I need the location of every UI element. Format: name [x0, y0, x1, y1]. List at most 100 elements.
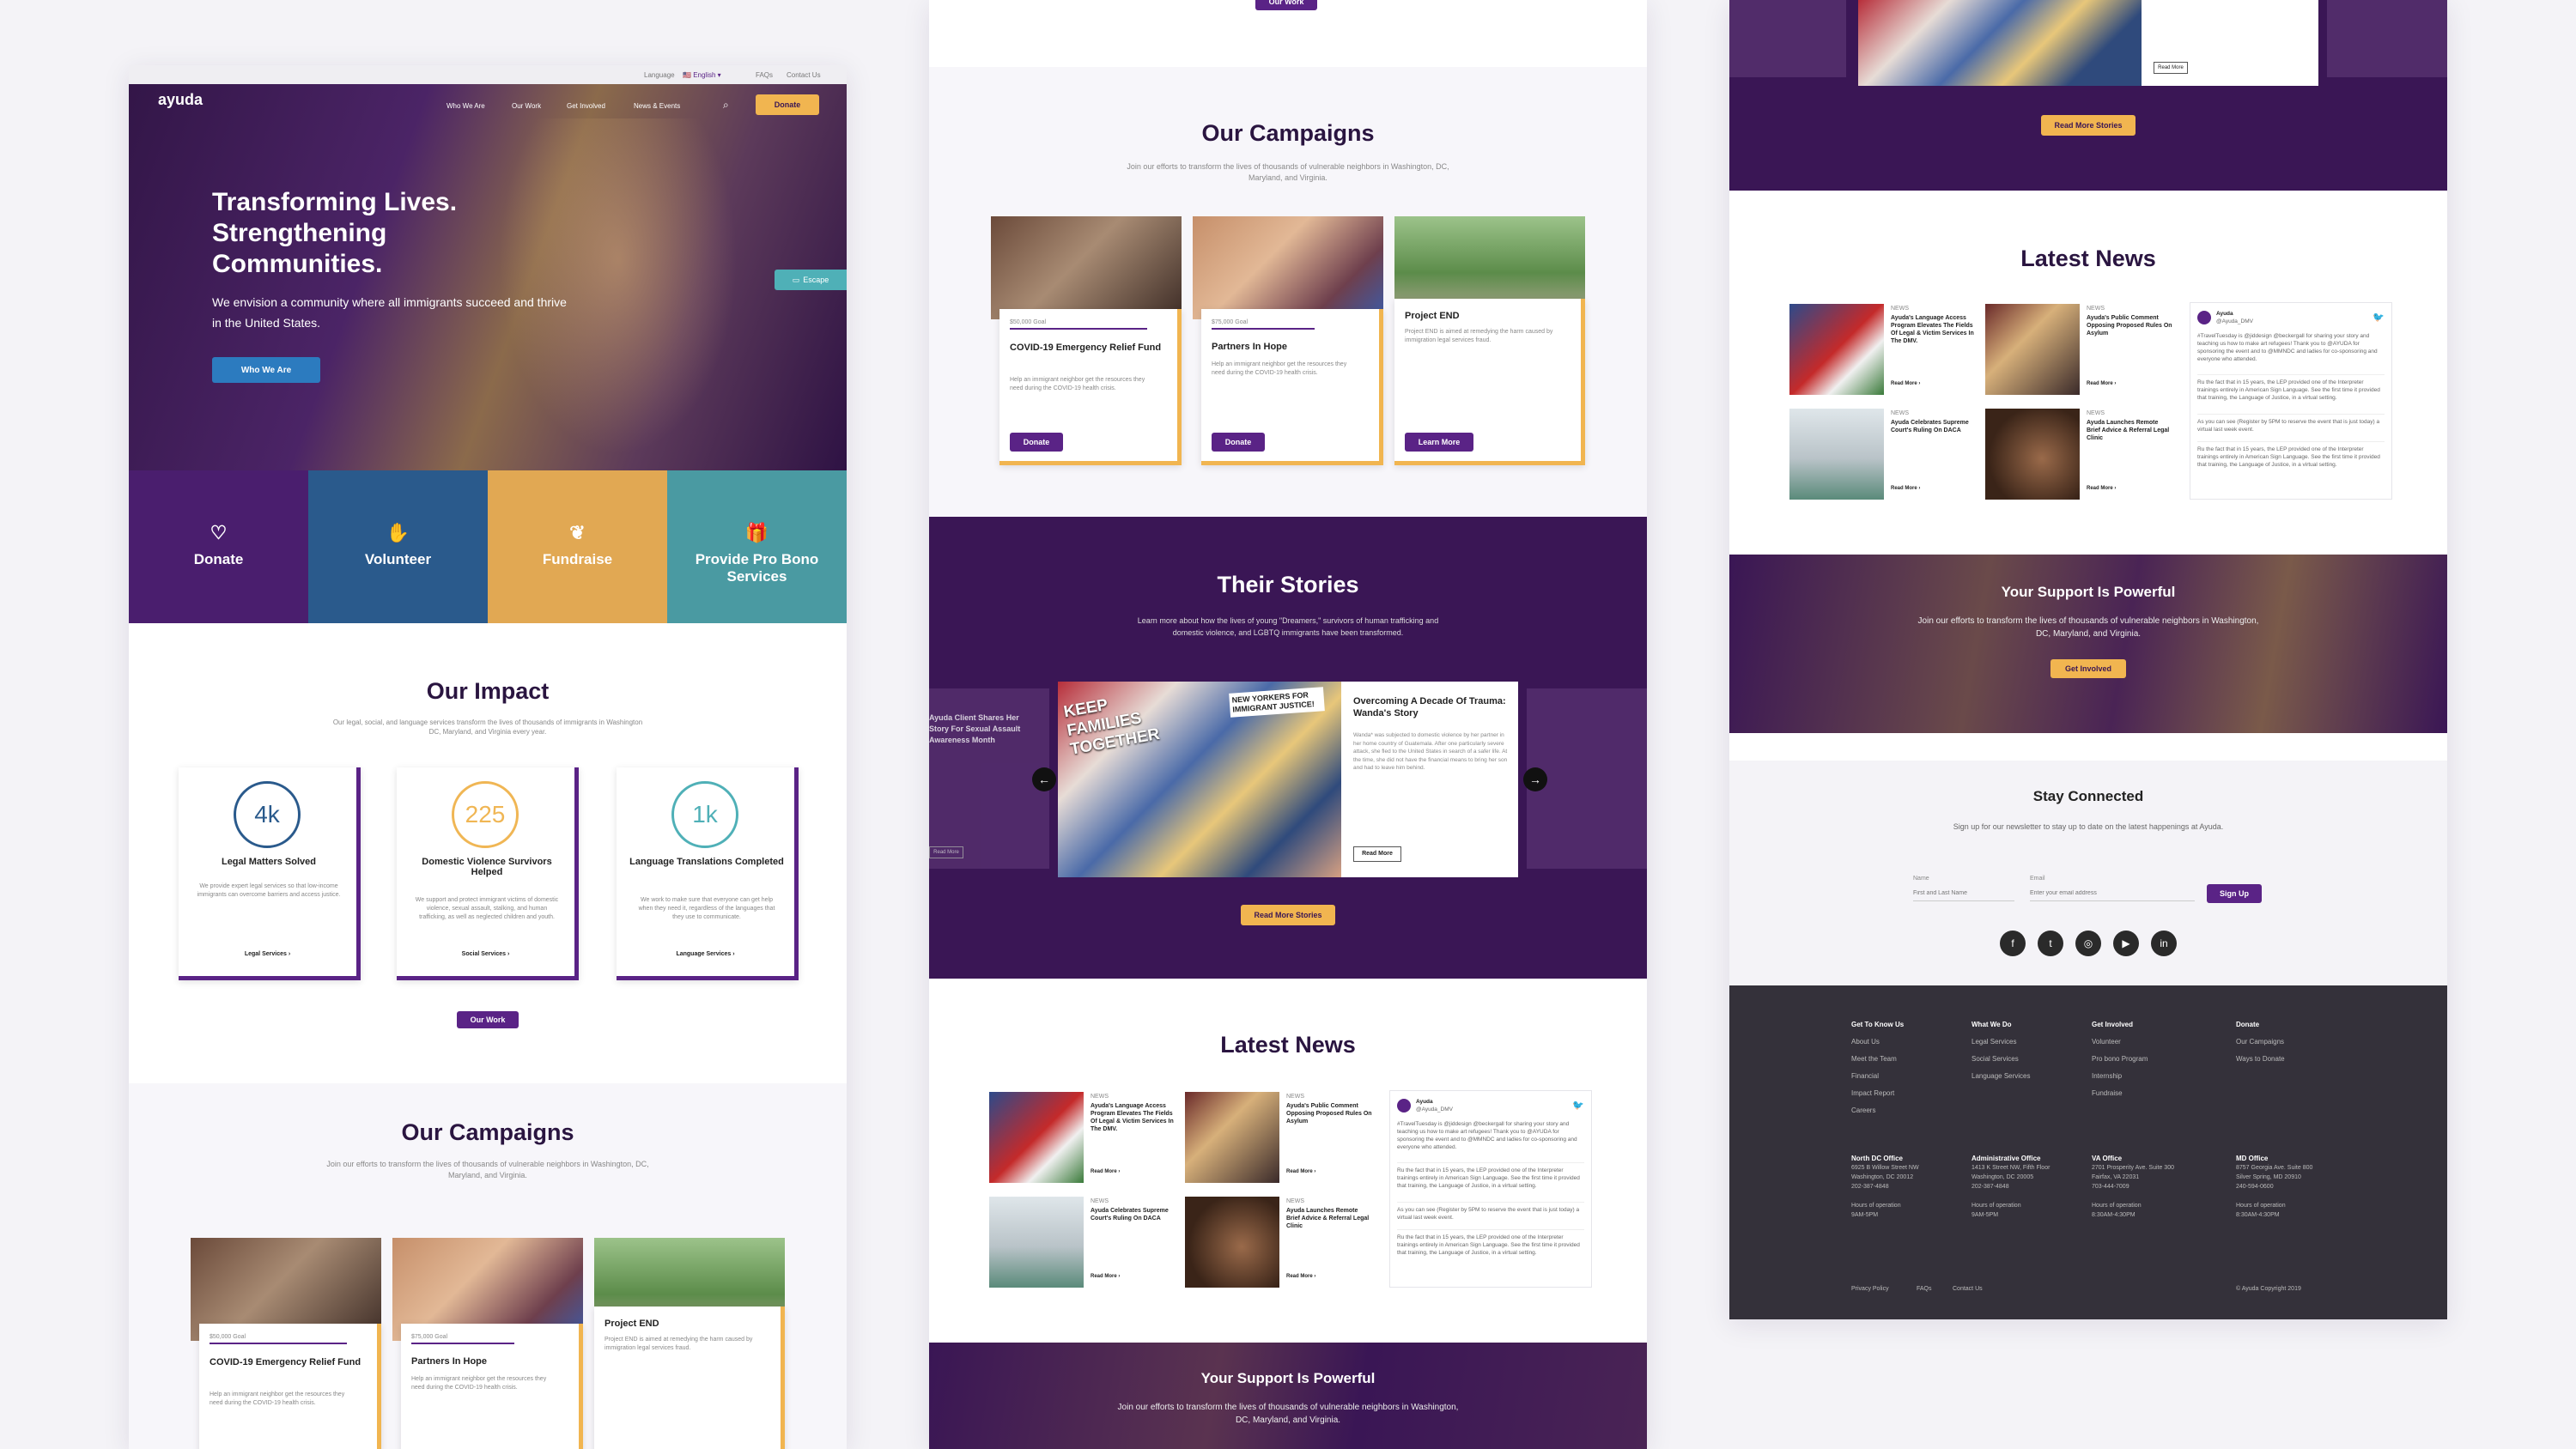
- impact-title: Our Impact: [426, 678, 550, 704]
- campaign-goal: $75,000 Goal: [411, 1334, 448, 1340]
- story-read-more[interactable]: Read More: [1353, 846, 1401, 862]
- nav-who-we-are[interactable]: Who We Are: [447, 102, 485, 110]
- read-more-stories-button[interactable]: Read More Stories: [1241, 905, 1335, 925]
- donate-covid-button[interactable]: Donate: [1010, 433, 1063, 452]
- news-read-more-3[interactable]: Read More ›: [1891, 486, 1920, 491]
- instagram-icon[interactable]: ◎: [2075, 931, 2101, 956]
- get-involved-button[interactable]: Get Involved: [2050, 659, 2126, 678]
- news-photo-flags: [1789, 304, 1884, 395]
- tile-donate[interactable]: ♡ Donate: [129, 470, 308, 623]
- nav-news-events[interactable]: News & Events: [634, 102, 680, 110]
- previous-story-card[interactable]: Ayuda Client Shares Her Story For Sexual…: [929, 688, 1049, 869]
- next-story-card[interactable]: [2327, 0, 2447, 77]
- contact-link[interactable]: Contact Us: [787, 71, 821, 79]
- news-read-more-3[interactable]: Read More ›: [1091, 1274, 1120, 1279]
- twitter-bird-icon[interactable]: 🐦: [2372, 312, 2385, 322]
- news-title-4: Ayuda Launches Remote Brief Advice & Ref…: [1286, 1208, 1370, 1229]
- email-field[interactable]: [2030, 886, 2195, 901]
- escape-button[interactable]: ▭ Escape: [775, 270, 847, 290]
- campaign-text: Help an immigrant neighbor get the resou…: [1212, 361, 1347, 376]
- footer-heading: Donate: [2236, 1021, 2260, 1028]
- campaigns-section: Our Campaigns Join our efforts to transf…: [129, 1083, 847, 1449]
- sign-up-button[interactable]: Sign Up: [2207, 884, 2262, 903]
- tweet-text: Ru the fact that in 15 years, the LEP pr…: [1397, 1167, 1584, 1203]
- news-tag: NEWS: [1286, 1094, 1304, 1100]
- twitter-icon[interactable]: t: [2038, 931, 2063, 956]
- impact-label: Language Translations Completed: [629, 857, 784, 867]
- support-title: Your Support Is Powerful: [1200, 1370, 1376, 1386]
- footer-link[interactable]: Careers: [1851, 1106, 1875, 1114]
- tile-label: Volunteer: [364, 551, 432, 567]
- news-read-more-4[interactable]: Read More ›: [1286, 1274, 1315, 1279]
- tile-label: Fundraise: [542, 551, 613, 567]
- tile-volunteer[interactable]: ✋ Volunteer: [308, 470, 488, 623]
- footer-contact-link[interactable]: Contact Us: [1953, 1286, 1983, 1292]
- nav-our-work[interactable]: Our Work: [512, 102, 541, 110]
- office-line: 1413 K Street NW, Fifth Floor: [1971, 1165, 2050, 1171]
- legal-services-link[interactable]: Legal Services ›: [179, 951, 356, 957]
- campaign-card-project-end: Project END Project END is aimed at reme…: [1394, 299, 1585, 465]
- who-we-are-button[interactable]: Who We Are: [212, 357, 320, 383]
- twitter-bird-icon[interactable]: 🐦: [1572, 1100, 1584, 1110]
- news-grid: NEWS Ayuda's Language Access Program Ele…: [1789, 302, 2392, 508]
- footer-faqs-link[interactable]: FAQs: [1917, 1286, 1932, 1292]
- search-icon[interactable]: ⌕: [723, 99, 729, 112]
- footer-link[interactable]: Fundraise: [2092, 1089, 2123, 1097]
- language-services-link[interactable]: Language Services ›: [617, 951, 794, 957]
- news-read-more-1[interactable]: Read More ›: [1091, 1169, 1120, 1174]
- our-work-button-top[interactable]: Our Work: [1255, 0, 1317, 10]
- footer-link[interactable]: About Us: [1851, 1038, 1880, 1046]
- news-read-more-2[interactable]: Read More ›: [2087, 381, 2116, 386]
- office-line: 202-387-4848: [1851, 1184, 1889, 1190]
- footer-link[interactable]: Impact Report: [1851, 1089, 1894, 1097]
- facebook-icon[interactable]: f: [2000, 931, 2026, 956]
- arrow-right-icon[interactable]: →: [1523, 767, 1547, 791]
- donate-nav-button[interactable]: Donate: [756, 94, 819, 115]
- social-services-link[interactable]: Social Services ›: [397, 951, 574, 957]
- tweet-handle: @Ayuda_DMV: [1416, 1106, 1453, 1113]
- campaign-card-covid: $50,000 Goal COVID-19 Emergency Relief F…: [199, 1324, 381, 1449]
- tile-pro-bono[interactable]: 🎁 Provide Pro Bono Services: [667, 470, 847, 623]
- footer-link[interactable]: Internship: [2092, 1072, 2122, 1080]
- footer-link[interactable]: Legal Services: [1971, 1038, 2016, 1046]
- footer-link[interactable]: Volunteer: [2092, 1038, 2121, 1046]
- previous-read-more[interactable]: Read More: [929, 846, 963, 858]
- footer-link[interactable]: Meet the Team: [1851, 1055, 1897, 1063]
- office-line: Washington, DC 20012: [1851, 1174, 1914, 1180]
- language-value: English: [693, 71, 716, 79]
- footer-link[interactable]: Social Services: [1971, 1055, 2019, 1063]
- linkedin-icon[interactable]: in: [2151, 931, 2177, 956]
- footer-link[interactable]: Pro bono Program: [2092, 1055, 2148, 1063]
- our-work-button[interactable]: Our Work: [457, 1011, 519, 1028]
- faqs-link[interactable]: FAQs: [756, 71, 773, 79]
- news-read-more-1[interactable]: Read More ›: [1891, 381, 1920, 386]
- story-read-more[interactable]: Read More: [2154, 62, 2188, 74]
- privacy-policy-link[interactable]: Privacy Policy: [1851, 1286, 1889, 1292]
- language-select[interactable]: 🇺🇸 English ▾: [683, 71, 721, 79]
- news-read-more-2[interactable]: Read More ›: [1286, 1169, 1315, 1174]
- donate-partners-button[interactable]: Donate: [1212, 433, 1265, 452]
- nav-get-involved[interactable]: Get Involved: [567, 102, 605, 110]
- campaign-title: Project END: [1405, 311, 1460, 321]
- youtube-icon[interactable]: ▶: [2113, 931, 2139, 956]
- campaign-goal: $50,000 Goal: [210, 1334, 246, 1340]
- news-photo-court: [989, 1197, 1084, 1288]
- read-more-stories-button[interactable]: Read More Stories: [2041, 115, 2136, 136]
- footer-link[interactable]: Financial: [1851, 1072, 1879, 1080]
- previous-story-card[interactable]: [1729, 0, 1846, 77]
- site-footer: Get To Know Us About Us Meet the Team Finan…: [1729, 985, 2447, 1319]
- name-field[interactable]: [1913, 886, 2014, 901]
- ayuda-logo[interactable]: ayuda: [158, 91, 203, 109]
- story-photo: KEEP FAMILIES TOGETHER NEW YORKERS FOR I…: [1058, 682, 1341, 877]
- footer-link[interactable]: Language Services: [1971, 1072, 2031, 1080]
- office-line: 8:30AM-4:30PM: [2092, 1212, 2136, 1218]
- footer-link[interactable]: Our Campaigns: [2236, 1038, 2284, 1046]
- news-read-more-4[interactable]: Read More ›: [2087, 486, 2116, 491]
- footer-link[interactable]: Ways to Donate: [2236, 1055, 2285, 1063]
- learn-more-button[interactable]: Learn More: [1405, 433, 1473, 452]
- campaign-goal: $75,000 Goal: [1212, 319, 1249, 325]
- footer-col-what-we-do: What We Do Legal Services Social Services L…: [1971, 1016, 2031, 1085]
- arrow-left-icon[interactable]: ←: [1032, 767, 1056, 791]
- office-line: Hours of operation: [1971, 1203, 2021, 1209]
- tile-fundraise[interactable]: ❦ Fundraise: [488, 470, 667, 623]
